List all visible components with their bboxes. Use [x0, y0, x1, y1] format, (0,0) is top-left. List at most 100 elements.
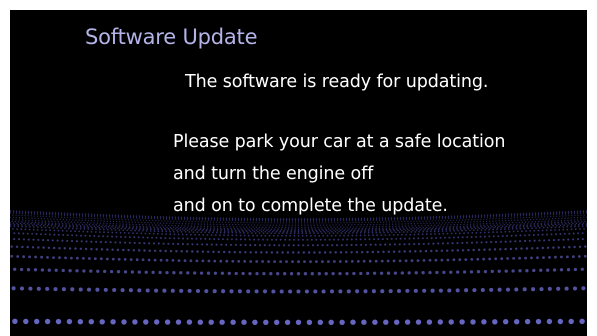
grid-dot — [328, 228, 330, 230]
grid-dot — [447, 288, 452, 293]
grid-dot — [121, 226, 124, 229]
grid-dot — [76, 226, 78, 228]
grid-dot — [522, 226, 525, 228]
grid-dot — [208, 231, 210, 234]
grid-dot — [486, 214, 489, 216]
grid-dot — [196, 227, 198, 229]
grid-dot — [399, 219, 402, 221]
grid-dot — [285, 220, 288, 222]
grid-dot — [340, 226, 342, 228]
grid-dot — [209, 221, 212, 223]
grid-dot — [374, 243, 377, 246]
grid-dot — [202, 234, 205, 236]
grid-dot — [490, 241, 493, 244]
grid-dot — [419, 229, 421, 231]
grid-dot — [297, 226, 300, 229]
grid-dot — [477, 218, 479, 221]
grid-dot — [164, 229, 167, 231]
grid-dot — [253, 230, 255, 233]
grid-dot — [324, 232, 327, 235]
grid-dot — [372, 219, 375, 221]
grid-dot — [558, 229, 561, 231]
grid-dot — [92, 224, 94, 226]
grid-dot — [273, 220, 276, 222]
grid-dot — [570, 225, 572, 228]
grid-dot — [144, 217, 147, 219]
grid-dot — [401, 221, 403, 223]
grid-dot — [100, 220, 102, 222]
grid-dot — [449, 219, 452, 222]
grid-dot — [81, 219, 83, 221]
grid-dot — [156, 233, 159, 235]
grid-dot — [519, 215, 522, 217]
grid-dot — [522, 217, 524, 219]
grid-dot — [173, 226, 175, 229]
grid-dot — [144, 221, 146, 224]
grid-dot — [21, 219, 24, 221]
grid-dot — [466, 223, 468, 225]
grid-dot — [249, 244, 252, 247]
grid-dot — [461, 229, 463, 232]
grid-dot — [459, 215, 462, 217]
grid-dot — [93, 257, 97, 261]
grid-dot — [367, 221, 370, 224]
grid-dot — [527, 227, 530, 230]
grid-dot — [31, 221, 33, 224]
grid-dot — [496, 224, 499, 226]
grid-dot — [392, 227, 394, 229]
grid-dot — [546, 211, 549, 213]
grid-dot — [362, 226, 365, 228]
grid-dot — [109, 222, 111, 225]
grid-dot — [189, 227, 192, 229]
grid-dot — [152, 242, 156, 245]
grid-dot — [297, 229, 300, 232]
grid-dot — [146, 236, 149, 239]
grid-dot — [287, 228, 290, 230]
grid-dot — [479, 223, 481, 225]
grid-dot — [105, 257, 109, 261]
grid-dot — [116, 270, 121, 274]
grid-dot — [417, 237, 420, 240]
grid-dot — [45, 214, 48, 216]
grid-dot — [350, 229, 353, 231]
grid-dot — [285, 218, 288, 220]
grid-dot — [449, 227, 451, 229]
grid-dot — [258, 220, 261, 222]
grid-dot — [309, 260, 312, 263]
grid-dot — [354, 217, 357, 219]
grid-dot — [489, 220, 491, 222]
grid-dot — [465, 215, 468, 217]
grid-dot — [438, 222, 441, 224]
grid-dot — [398, 250, 401, 253]
grid-dot — [12, 216, 14, 219]
grid-dot — [363, 224, 365, 226]
grid-dot — [448, 222, 450, 224]
grid-dot — [61, 239, 64, 242]
grid-dot — [54, 268, 58, 272]
grid-dot — [42, 239, 45, 242]
grid-dot — [510, 223, 512, 226]
grid-dot — [297, 260, 300, 264]
grid-dot — [214, 234, 217, 237]
grid-dot — [554, 223, 557, 225]
grid-dot — [508, 225, 511, 227]
grid-dot — [137, 221, 140, 224]
grid-dot — [445, 230, 448, 232]
grid-dot — [338, 289, 343, 294]
grid-dot — [81, 213, 84, 215]
grid-dot — [504, 220, 507, 222]
grid-dot — [461, 219, 464, 221]
grid-dot — [327, 220, 330, 222]
grid-dot — [85, 217, 87, 219]
grid-dot — [470, 319, 476, 325]
grid-dot — [69, 212, 72, 214]
grid-dot — [294, 218, 297, 220]
grid-dot — [496, 231, 498, 234]
grid-dot — [72, 219, 74, 221]
grid-dot — [570, 213, 573, 215]
grid-dot — [494, 257, 498, 261]
grid-dot — [76, 224, 78, 227]
grid-dot — [198, 229, 200, 232]
grid-dot — [132, 223, 134, 226]
grid-dot — [456, 225, 458, 228]
